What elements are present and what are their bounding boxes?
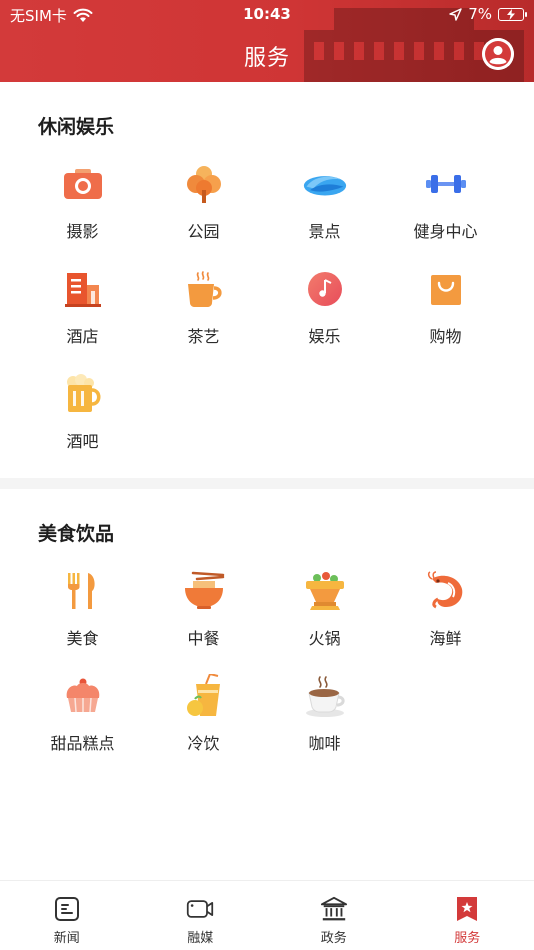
service-item-cold-drink[interactable]: 冷饮 <box>143 672 264 777</box>
service-grid: 摄影 公园 景点 健身中心 酒店 茶艺 娱乐 购物 酒吧 <box>22 160 506 475</box>
coffee-cup-icon <box>303 674 347 718</box>
service-label: 茶艺 <box>187 327 220 346</box>
section-title: 休闲娱乐 <box>38 116 115 138</box>
service-item-shopping[interactable]: 购物 <box>385 265 506 370</box>
service-label: 咖啡 <box>308 734 341 753</box>
service-item-hotel[interactable]: 酒店 <box>22 265 143 370</box>
service-item-photography[interactable]: 摄影 <box>22 160 143 265</box>
tab-news[interactable]: 新闻 <box>0 881 134 950</box>
service-label: 公园 <box>187 222 220 241</box>
service-item-chinese-food[interactable]: 中餐 <box>143 567 264 672</box>
cupcake-icon <box>61 674 105 718</box>
service-item-fitness[interactable]: 健身中心 <box>385 160 506 265</box>
user-avatar-icon <box>482 38 514 70</box>
video-camera-icon <box>187 900 214 918</box>
user-profile-button[interactable] <box>482 38 514 70</box>
service-label: 健身中心 <box>413 222 478 241</box>
cold-drink-icon <box>182 674 226 718</box>
tea-cup-icon <box>182 267 226 311</box>
tab-media[interactable]: 融媒 <box>134 881 268 950</box>
tab-government[interactable]: 政务 <box>267 881 401 950</box>
music-note-icon <box>303 267 347 311</box>
bottom-tab-bar: 新闻 融媒 政务 服务 <box>0 880 534 950</box>
government-building-icon <box>320 896 347 921</box>
service-label: 美食 <box>66 629 99 648</box>
dumbbell-icon <box>424 162 468 206</box>
beer-mug-icon <box>61 372 105 416</box>
camera-icon <box>61 162 105 206</box>
tab-label: 新闻 <box>53 931 80 946</box>
tab-label: 服务 <box>454 931 481 946</box>
service-bookmark-icon <box>457 897 478 921</box>
service-item-coffee[interactable]: 咖啡 <box>264 672 385 777</box>
shopping-bag-icon <box>424 267 468 311</box>
service-label: 购物 <box>429 327 462 346</box>
tab-label: 政务 <box>320 931 347 946</box>
header-bar: 无SIM卡 10:43 7% 服务 <box>0 0 534 82</box>
service-label: 酒吧 <box>66 432 99 451</box>
service-label: 甜品糕点 <box>50 734 115 753</box>
section-leisure: 休闲娱乐 摄影 公园 景点 健身中心 酒店 茶艺 娱乐 购物 酒吧 <box>0 82 534 478</box>
service-item-park[interactable]: 公园 <box>143 160 264 265</box>
service-item-food[interactable]: 美食 <box>22 567 143 672</box>
shrimp-icon <box>424 569 468 613</box>
service-item-seafood[interactable]: 海鲜 <box>385 567 506 672</box>
service-item-bar[interactable]: 酒吧 <box>22 370 143 475</box>
service-item-attractions[interactable]: 景点 <box>264 160 385 265</box>
tab-label: 融媒 <box>187 931 214 946</box>
section-food-drinks: 美食饮品 美食 中餐 火锅 海鲜 甜品糕点 冷饮 咖啡 <box>0 489 534 879</box>
tree-icon <box>182 162 226 206</box>
section-divider <box>0 478 534 489</box>
noodle-bowl-icon <box>182 569 226 613</box>
status-right: 7% <box>449 5 527 23</box>
service-label: 娱乐 <box>308 327 341 346</box>
battery-icon <box>498 7 527 21</box>
status-bar: 无SIM卡 10:43 7% <box>0 0 534 28</box>
section-title: 美食饮品 <box>38 523 115 545</box>
service-grid: 美食 中餐 火锅 海鲜 甜品糕点 冷饮 咖啡 <box>22 567 506 777</box>
news-icon <box>54 897 79 921</box>
service-label: 景点 <box>308 222 341 241</box>
location-arrow-icon <box>449 7 462 21</box>
page-title: 服务 <box>243 46 290 71</box>
service-label: 酒店 <box>66 327 99 346</box>
service-label: 火锅 <box>308 629 341 648</box>
hotel-icon <box>61 267 105 311</box>
service-item-dessert[interactable]: 甜品糕点 <box>22 672 143 777</box>
service-item-tea[interactable]: 茶艺 <box>143 265 264 370</box>
service-label: 中餐 <box>187 629 220 648</box>
wave-icon <box>303 162 347 206</box>
battery-percent: 7% <box>468 5 492 23</box>
service-item-hotpot[interactable]: 火锅 <box>264 567 385 672</box>
service-label: 海鲜 <box>429 629 462 648</box>
service-label: 冷饮 <box>187 734 220 753</box>
service-label: 摄影 <box>66 222 99 241</box>
fork-knife-icon <box>61 569 105 613</box>
tab-services[interactable]: 服务 <box>401 881 534 950</box>
hotpot-icon <box>303 569 347 613</box>
service-item-entertainment[interactable]: 娱乐 <box>264 265 385 370</box>
